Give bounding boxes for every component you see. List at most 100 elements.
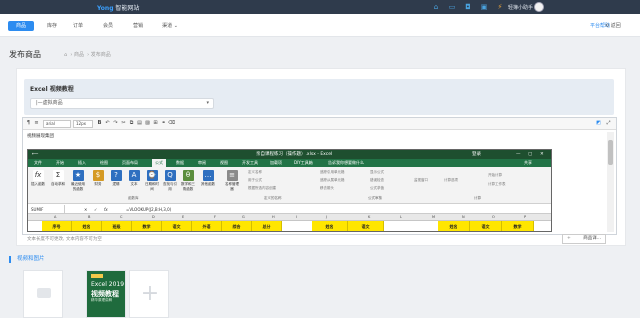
column-header: I	[296, 215, 298, 219]
tab-orders[interactable]: 订单	[68, 21, 88, 31]
preview-icon[interactable]: ◩	[595, 120, 602, 127]
ribbon-item: 追踪从属单元格	[320, 178, 345, 182]
ribbon-item: 定义名称	[248, 170, 262, 174]
breadcrumb-item: 发布商品	[90, 52, 111, 58]
table-icon[interactable]: ⊞	[152, 120, 159, 127]
ribbon-group-label: 函数库	[128, 196, 139, 200]
name-manager-button: ≡ 名称管理器	[225, 170, 239, 191]
math-trig-button: θ 数学和三角函数	[181, 170, 195, 191]
ribbon-item: 显示公式	[370, 170, 384, 174]
ribbon-tab: 数据	[176, 160, 184, 165]
ribbon-share: 共享	[524, 160, 532, 165]
ribbon-tab: 绘图	[100, 160, 108, 165]
table-cell: 姓名	[72, 221, 102, 231]
ribbon-tab: 开发工具	[242, 160, 258, 165]
editor-status-text: 文本长度不可更改, 文本内容不可为空	[27, 237, 102, 242]
ribbon-tab: 开始	[56, 160, 64, 165]
column-header: L	[400, 215, 402, 219]
editor-scrollbar[interactable]	[607, 132, 614, 232]
desktop-icon[interactable]: ▣	[480, 3, 488, 11]
bolt-icon[interactable]: ⚡	[496, 3, 504, 11]
text-button: A 文本	[128, 170, 140, 186]
category-select[interactable]: |—虚拟商品 ▾	[30, 98, 214, 109]
ribbon-tab: 告诉我你想要做什么	[328, 160, 364, 165]
column-header: B	[88, 215, 91, 219]
editor-toolbar: ¶ ≡ arial 12px B ↶ ↷ ✂ ⧉ ▤ ▨ ⊞ ⚭ ⌫ ◩ ⤢	[23, 118, 616, 130]
tab-channels[interactable]: 渠道 ⌄	[156, 21, 184, 31]
column-header: J	[326, 215, 328, 219]
table-cell: 序号	[42, 221, 72, 231]
ribbon-item: 错误检查	[370, 178, 384, 182]
chevron-down-icon: ⌄	[173, 23, 178, 29]
image-icon[interactable]: ▨	[144, 120, 151, 127]
table-cell: 语文	[162, 221, 192, 231]
scrollbar-thumb[interactable]	[608, 140, 613, 165]
bold-icon[interactable]: B	[96, 120, 103, 127]
column-header: E	[182, 215, 185, 219]
ribbon-item: 移去箭头	[320, 186, 334, 190]
link-icon[interactable]: ⚭	[160, 120, 167, 127]
table-cell: 数学	[132, 221, 162, 231]
tab-goods[interactable]: 商品	[8, 21, 34, 31]
monitor-icon[interactable]: ▭	[448, 3, 456, 11]
product-detail-button[interactable]: + 商品详...	[562, 234, 606, 244]
site-logo[interactable]: Yong 智能网站	[97, 3, 139, 12]
cover-badge	[91, 274, 103, 278]
excel-ribbon-tabs: 文件 开始 插入 绘图 页面布局 公式 数据 审阅 视图 开发工具 加载项 DI…	[28, 159, 551, 167]
plus-icon: +	[140, 281, 160, 306]
cover-caption: 精华原理讲解	[91, 298, 112, 302]
ribbon-group-label: 计算	[474, 196, 481, 200]
cut-icon[interactable]: ✂	[120, 120, 127, 127]
paste-icon[interactable]: ▤	[136, 120, 143, 127]
column-header: C	[120, 215, 123, 219]
avatar[interactable]	[534, 2, 544, 12]
back-link[interactable]: ⟲ 返回	[605, 22, 621, 29]
ribbon-tab: 审阅	[198, 160, 206, 165]
top-bar: Yong 智能网站 ⌂ ▭ ◘ ▣ ⚡ 轻簿小助手	[0, 0, 640, 14]
table-cell: 姓名	[312, 221, 348, 231]
clear-format-icon[interactable]: ⌫	[168, 120, 175, 127]
breadcrumb-item[interactable]: 商品	[74, 52, 84, 58]
column-header: O	[492, 215, 495, 219]
formula-text: =VLOOKUP(J2,B:H,3,0)	[126, 207, 172, 212]
redo-icon[interactable]: ↷	[112, 120, 119, 127]
fullscreen-icon[interactable]: ⤢	[605, 120, 612, 127]
ribbon-item: 计算工作表	[488, 182, 506, 186]
video-placeholder-icon	[37, 288, 51, 298]
cancel-icon: ✕	[84, 207, 88, 212]
page-title: 发布商品	[9, 50, 41, 59]
tab-inventory[interactable]: 库存	[42, 21, 62, 31]
financial-button: $ 财务	[92, 170, 104, 186]
add-media-button[interactable]: +	[129, 270, 169, 318]
format-icon[interactable]: ¶	[25, 120, 32, 127]
font-size-select[interactable]: 12px	[73, 120, 93, 128]
back-icon: ⟲	[605, 23, 610, 29]
main-menu: 商品 库存 订单 会员 营销 渠道 ⌄ 平台帮助 ⟲ 返回	[0, 14, 640, 37]
copy-icon[interactable]: ⧉	[128, 120, 135, 127]
product-title: Excel 视频教程	[30, 86, 74, 93]
column-header: N	[462, 215, 465, 219]
cover-image-thumbnail[interactable]: Excel 2019 视频教程 精华原理讲解	[86, 270, 126, 318]
paragraph-icon[interactable]: ≡	[33, 120, 40, 127]
home-icon[interactable]: ⌂	[64, 52, 67, 58]
table-cell: 姓名	[438, 221, 470, 231]
column-header: A	[54, 215, 57, 219]
chat-icon[interactable]: ◘	[464, 3, 472, 11]
autosum-button: Σ 自动求和	[51, 170, 65, 186]
home-icon[interactable]: ⌂	[432, 3, 440, 11]
tab-marketing[interactable]: 营销	[128, 21, 148, 31]
minimize-icon: —	[516, 152, 521, 157]
tab-members[interactable]: 会员	[98, 21, 118, 31]
ribbon-item: 根据所选内容创建	[248, 186, 276, 190]
date-time-button: ⌚ 日期和时间	[145, 170, 159, 191]
product-summary	[24, 79, 614, 115]
undo-icon[interactable]: ↶	[104, 120, 111, 127]
ribbon-item: 追踪引用单元格	[320, 170, 345, 174]
font-name-select[interactable]: arial	[43, 120, 71, 128]
video-thumbnail[interactable]	[23, 270, 63, 318]
enter-icon: ✓	[94, 207, 98, 212]
back-icon: ⟵	[32, 152, 39, 157]
username[interactable]: 轻簿小助手	[508, 4, 533, 11]
editor-section-label: 视频展现集团	[27, 134, 54, 139]
ribbon-item: 计算选项	[444, 178, 458, 182]
